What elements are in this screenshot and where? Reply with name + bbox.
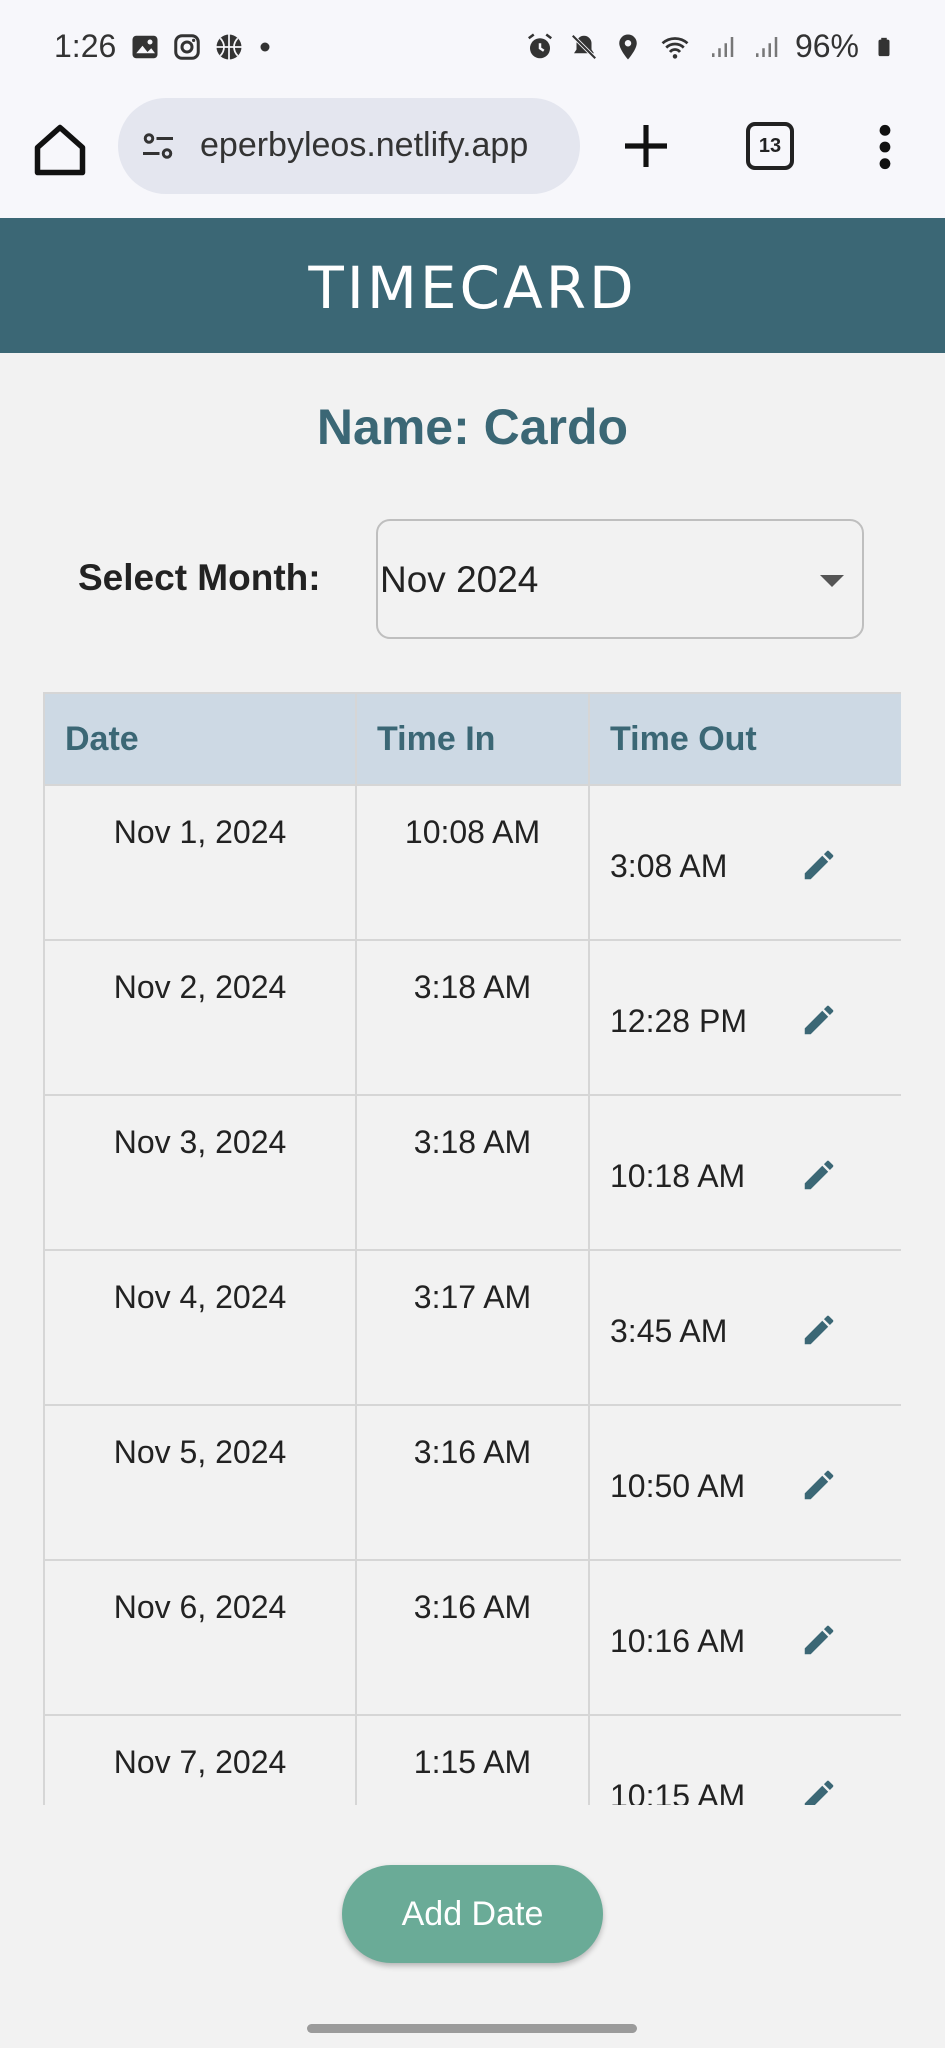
time-out-cell: 10:18 AM (588, 1094, 901, 1251)
time-out-value: 3:08 AM (610, 848, 728, 884)
date-cell: Nov 7, 2024 (43, 1714, 357, 1805)
alarm-icon (527, 33, 552, 58)
time-out-cell: 12:28 PM (588, 939, 901, 1096)
table-row: Nov 5, 2024 3:16 AM 10:50 AM (43, 1404, 901, 1561)
battery-percent: 96% (794, 28, 859, 64)
tab-switcher-button[interactable]: 13 (746, 122, 794, 170)
status-right-icons: 96% (525, 28, 895, 65)
table-row: Nov 4, 2024 3:17 AM 3:45 AM (43, 1249, 901, 1406)
tab-count: 13 (758, 134, 782, 157)
url-text[interactable]: eperbyleos.netlify.app (200, 126, 528, 165)
time-in-cell: 3:18 AM (355, 1094, 590, 1251)
month-select[interactable]: Nov 2024 (376, 519, 864, 639)
date-cell: Nov 3, 2024 (43, 1094, 357, 1251)
table-row: Nov 3, 2024 3:18 AM 10:18 AM (43, 1094, 901, 1251)
select-month-label: Select Month: (78, 557, 321, 598)
time-out-value: 10:16 AM (610, 1623, 746, 1659)
table-row: Nov 6, 2024 3:16 AM 10:16 AM (43, 1559, 901, 1716)
time-out-cell: 3:08 AM (588, 784, 901, 941)
edit-icon[interactable] (800, 1466, 838, 1504)
time-out-cell: 10:16 AM (588, 1559, 901, 1716)
time-in-cell: 10:08 AM (355, 784, 590, 941)
time-out-cell: 3:45 AM (588, 1249, 901, 1406)
time-in-cell: 3:16 AM (355, 1559, 590, 1716)
home-icon[interactable] (30, 120, 90, 180)
date-cell: Nov 4, 2024 (43, 1249, 357, 1406)
timecard-table: Date Time In Time Out Nov 1, 2024 10:08 … (43, 692, 901, 1805)
edit-icon[interactable] (800, 1156, 838, 1194)
time-out-value: 10:50 AM (610, 1468, 746, 1504)
time-out-value: 10:18 AM (610, 1158, 746, 1194)
time-in-cell: 3:18 AM (355, 939, 590, 1096)
time-in-cell: 3:16 AM (355, 1404, 590, 1561)
basketball-icon (216, 34, 242, 60)
time-in-cell: 1:15 AM (355, 1714, 590, 1805)
edit-icon[interactable] (800, 1311, 838, 1349)
gesture-nav-handle[interactable] (307, 2024, 637, 2033)
instagram-icon (174, 34, 200, 60)
date-cell: Nov 2, 2024 (43, 939, 357, 1096)
column-header-date: Date (43, 692, 357, 786)
wifi-icon (661, 36, 689, 59)
timecard-table-container[interactable]: Date Time In Time Out Nov 1, 2024 10:08 … (43, 692, 901, 1805)
status-time: 1:26 (54, 28, 117, 64)
employee-name-heading: Name: Cardo (316, 399, 629, 455)
dropdown-arrow-icon (820, 575, 844, 587)
column-header-time-out: Time Out (588, 692, 901, 786)
add-date-button[interactable]: Add Date (342, 1865, 603, 1963)
location-icon (619, 34, 637, 59)
more-menu-icon[interactable] (870, 122, 900, 172)
time-out-value: 10:15 AM (610, 1778, 746, 1805)
date-cell: Nov 1, 2024 (43, 784, 357, 941)
time-out-cell: 10:15 AM (588, 1714, 901, 1805)
status-left-icons (130, 32, 274, 62)
mute-icon (571, 33, 597, 60)
table-row: Nov 2, 2024 3:18 AM 12:28 PM (43, 939, 901, 1096)
status-bar: 1:26 96% (0, 0, 945, 96)
signal-icon (711, 36, 734, 57)
date-cell: Nov 5, 2024 (43, 1404, 357, 1561)
app-title: TIMECARD (308, 253, 637, 322)
edit-icon[interactable] (800, 846, 838, 884)
signal-icon (755, 36, 778, 57)
column-header-time-in: Time In (355, 692, 590, 786)
address-bar[interactable]: eperbyleos.netlify.app (118, 98, 580, 194)
date-cell: Nov 6, 2024 (43, 1559, 357, 1716)
month-select-value: Nov 2024 (380, 559, 539, 600)
browser-toolbar: eperbyleos.netlify.app 13 (0, 96, 945, 220)
time-out-value: 3:45 AM (610, 1313, 728, 1349)
edit-icon[interactable] (800, 1001, 838, 1039)
new-tab-icon[interactable] (618, 118, 674, 174)
gallery-icon (132, 35, 158, 59)
edit-icon[interactable] (800, 1776, 838, 1805)
time-out-cell: 10:50 AM (588, 1404, 901, 1561)
table-row: Nov 1, 2024 10:08 AM 3:08 AM (43, 784, 901, 941)
table-header-row: Date Time In Time Out (43, 692, 901, 786)
site-settings-icon[interactable] (138, 128, 178, 164)
time-in-cell: 3:17 AM (355, 1249, 590, 1406)
time-out-value: 12:28 PM (610, 1003, 747, 1039)
dot-icon (260, 42, 270, 52)
battery-icon (878, 37, 890, 56)
app-header: TIMECARD (0, 218, 945, 353)
table-row: Nov 7, 2024 1:15 AM 10:15 AM (43, 1714, 901, 1805)
edit-icon[interactable] (800, 1621, 838, 1659)
